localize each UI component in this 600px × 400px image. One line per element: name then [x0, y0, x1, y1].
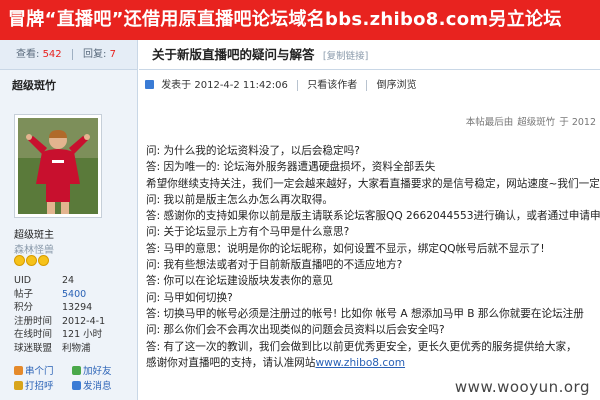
content-line: 答: 感谢你的支持如果你以前是版主请联系论坛客服QQ 2662044553进行确…: [146, 210, 600, 223]
last-edit-note: 本帖最后由 超级斑竹于 2012: [465, 117, 596, 128]
site-link[interactable]: www.zhibo8.com: [316, 357, 406, 369]
replies-label: 回复:: [83, 49, 107, 60]
medal-icon: [38, 255, 49, 266]
content-line: 感谢你对直播吧的支持，请认准网站www.zhibo8.com: [146, 356, 406, 369]
content-line: 答: 有了这一次的教训，我们会做到比以前更优秀更安全，更长久更优秀的服务提供给大…: [146, 340, 577, 353]
post-area: 关于新版直播吧的疑问与解答 [复制链接] 发表于 2012-4-2 11:42:…: [139, 40, 600, 400]
avatar-image: [18, 118, 98, 214]
author-subtitle: 森林怪兽: [14, 245, 54, 256]
author-info: UID 24 帖子 5400 积分 13294 注册时间 2012-4-1 在线时间 12…: [14, 274, 134, 356]
author-only-link[interactable]: 只看该作者: [307, 80, 357, 91]
reverse-order-link[interactable]: 倒序浏览: [377, 80, 417, 91]
thread-stats: 查看: 542 回复: 7: [0, 40, 137, 70]
post-title: 关于新版直播吧的疑问与解答: [152, 47, 315, 62]
info-row: 积分 13294: [14, 302, 93, 314]
copy-link-button[interactable]: [复制链接]: [323, 51, 368, 62]
add-friend-icon: [72, 366, 81, 375]
info-row: 在线时间 121 小时: [14, 329, 103, 341]
medals: [14, 255, 50, 269]
author-name[interactable]: 超级斑竹: [0, 70, 137, 102]
content-line: 问: 那么你们会不会再次出现类似的问题会员资料以后会安全吗?: [146, 324, 445, 337]
info-row: 帖子 5400: [14, 288, 87, 300]
content-line: 问: 马甲如何切换?: [146, 291, 233, 304]
post-content: 问: 为什么我的论坛资料没了，以后会稳定吗? 答: 因为唯一的: 论坛海外服务器…: [146, 143, 600, 371]
posted-at: 发表于 2012-4-2 11:42:06: [161, 80, 288, 91]
avatar[interactable]: [14, 114, 102, 218]
watermark: www.wooyun.org: [454, 378, 590, 396]
author-sidebar: 查看: 542 回复: 7 超级斑竹 超级斑主 森林怪兽 UID 24 帖子 540…: [0, 40, 138, 400]
last-edit-user[interactable]: 超级斑竹: [517, 117, 555, 128]
info-row: 注册时间 2012-4-1: [14, 315, 106, 327]
post-meta: 发表于 2012-4-2 11:42:06 只看该作者 倒序浏览: [139, 70, 600, 102]
greet-button[interactable]: 打招呼: [14, 379, 72, 394]
post-icon: [145, 80, 154, 89]
views-label: 查看:: [16, 49, 40, 60]
message-button[interactable]: 发消息: [72, 379, 130, 394]
greet-icon: [14, 381, 23, 390]
visit-button[interactable]: 串个门: [14, 364, 72, 379]
content-line: 问: 我以前是版主怎么办怎么再次取得。: [146, 193, 334, 206]
medal-icon: [14, 255, 25, 266]
content-line: 答: 你可以在论坛建设版块发表你的意见: [146, 275, 334, 288]
post-count-link[interactable]: 5400: [62, 289, 86, 300]
author-actions: 串个门 加好友 打招呼 发消息: [14, 364, 134, 394]
content-line: 问: 为什么我的论坛资料没了，以后会稳定吗?: [146, 145, 360, 157]
content-line: 问: 我有些想法或者对于目前新版直播吧的不适应地方?: [146, 259, 403, 272]
meta-divider: [297, 79, 299, 91]
stats-divider: [71, 48, 73, 60]
meta-divider: [366, 79, 368, 91]
content-line: 问: 关于论坛显示上方有个马甲是什么意思?: [146, 226, 350, 239]
headline-banner: 冒牌“直播吧”还借用原直播吧论坛域名bbs.zhibo8.com另立论坛: [0, 0, 600, 40]
content-line: 答: 因为唯一的: 论坛海外服务器遭遇硬盘损坏，资料全部丢失: [146, 161, 436, 174]
content-line: 答: 马甲的意思：说明是你的论坛昵称，如何设置不显示，绑定QQ帐号后就不显示了!: [146, 242, 545, 255]
message-icon: [72, 381, 81, 390]
info-row: 球迷联盟 利物浦: [14, 342, 91, 354]
visit-icon: [14, 366, 23, 375]
replies-count: 7: [109, 49, 116, 60]
content-line: 希望你继续支持关注，我们一定会越来越好，大家看直播要求的是信号稳定，网站速度~我…: [146, 177, 600, 190]
info-row: UID 24: [14, 275, 75, 286]
medal-icon: [26, 255, 37, 266]
post-title-bar: 关于新版直播吧的疑问与解答 [复制链接]: [139, 40, 600, 70]
views-count: 542: [42, 49, 62, 60]
author-title: 超级斑主: [14, 230, 54, 241]
add-friend-button[interactable]: 加好友: [72, 364, 130, 379]
content-line: 答: 切换马甲的帐号必须是注册过的帐号! 比如你 帐号 A 想添加马甲 B 那么…: [146, 307, 584, 320]
